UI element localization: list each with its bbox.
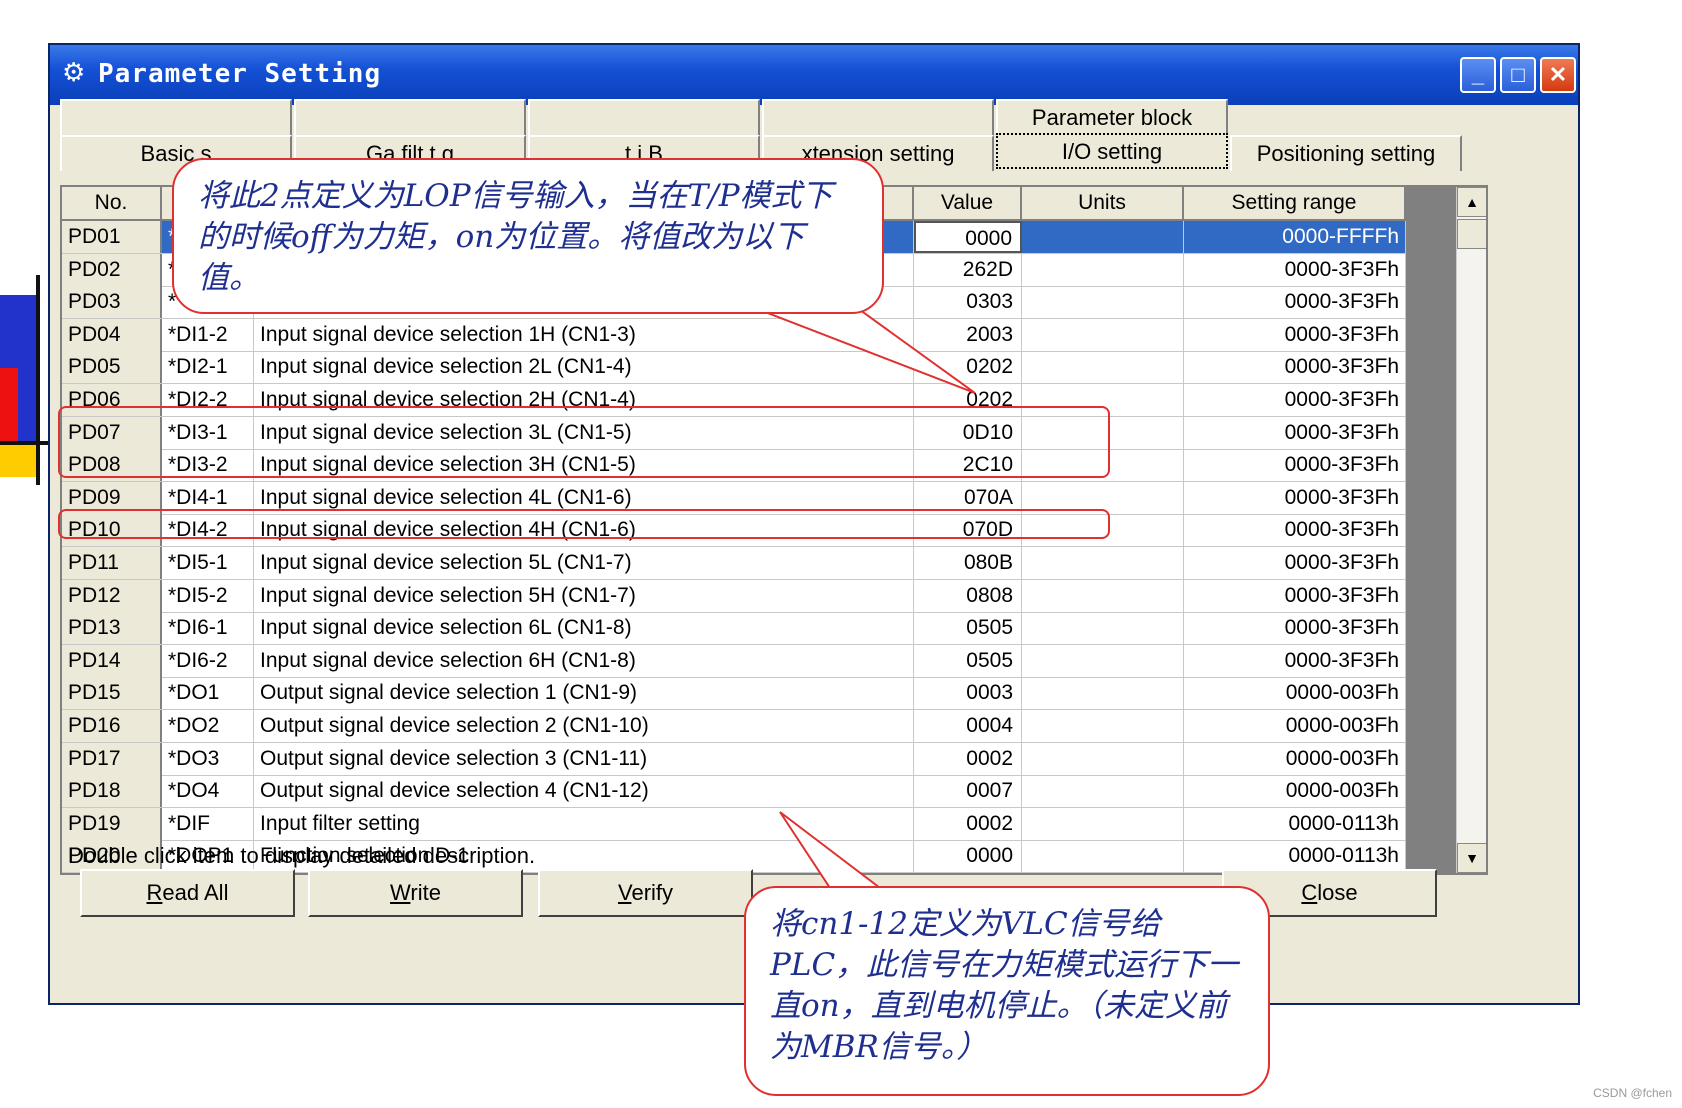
- callout-bottom-pointer: [779, 811, 883, 889]
- callout-top-pointer: [759, 309, 976, 394]
- callout-top: 将此2点定义为LOP信号输入，当在T/P模式下的时候off为力矩，on为位置。将…: [172, 158, 884, 314]
- callout-bottom: 将cn1-12定义为VLC信号给PLC，此信号在力矩模式运行下一直on，直到电机…: [744, 886, 1270, 1096]
- watermark: CSDN @fchen: [1593, 1086, 1672, 1100]
